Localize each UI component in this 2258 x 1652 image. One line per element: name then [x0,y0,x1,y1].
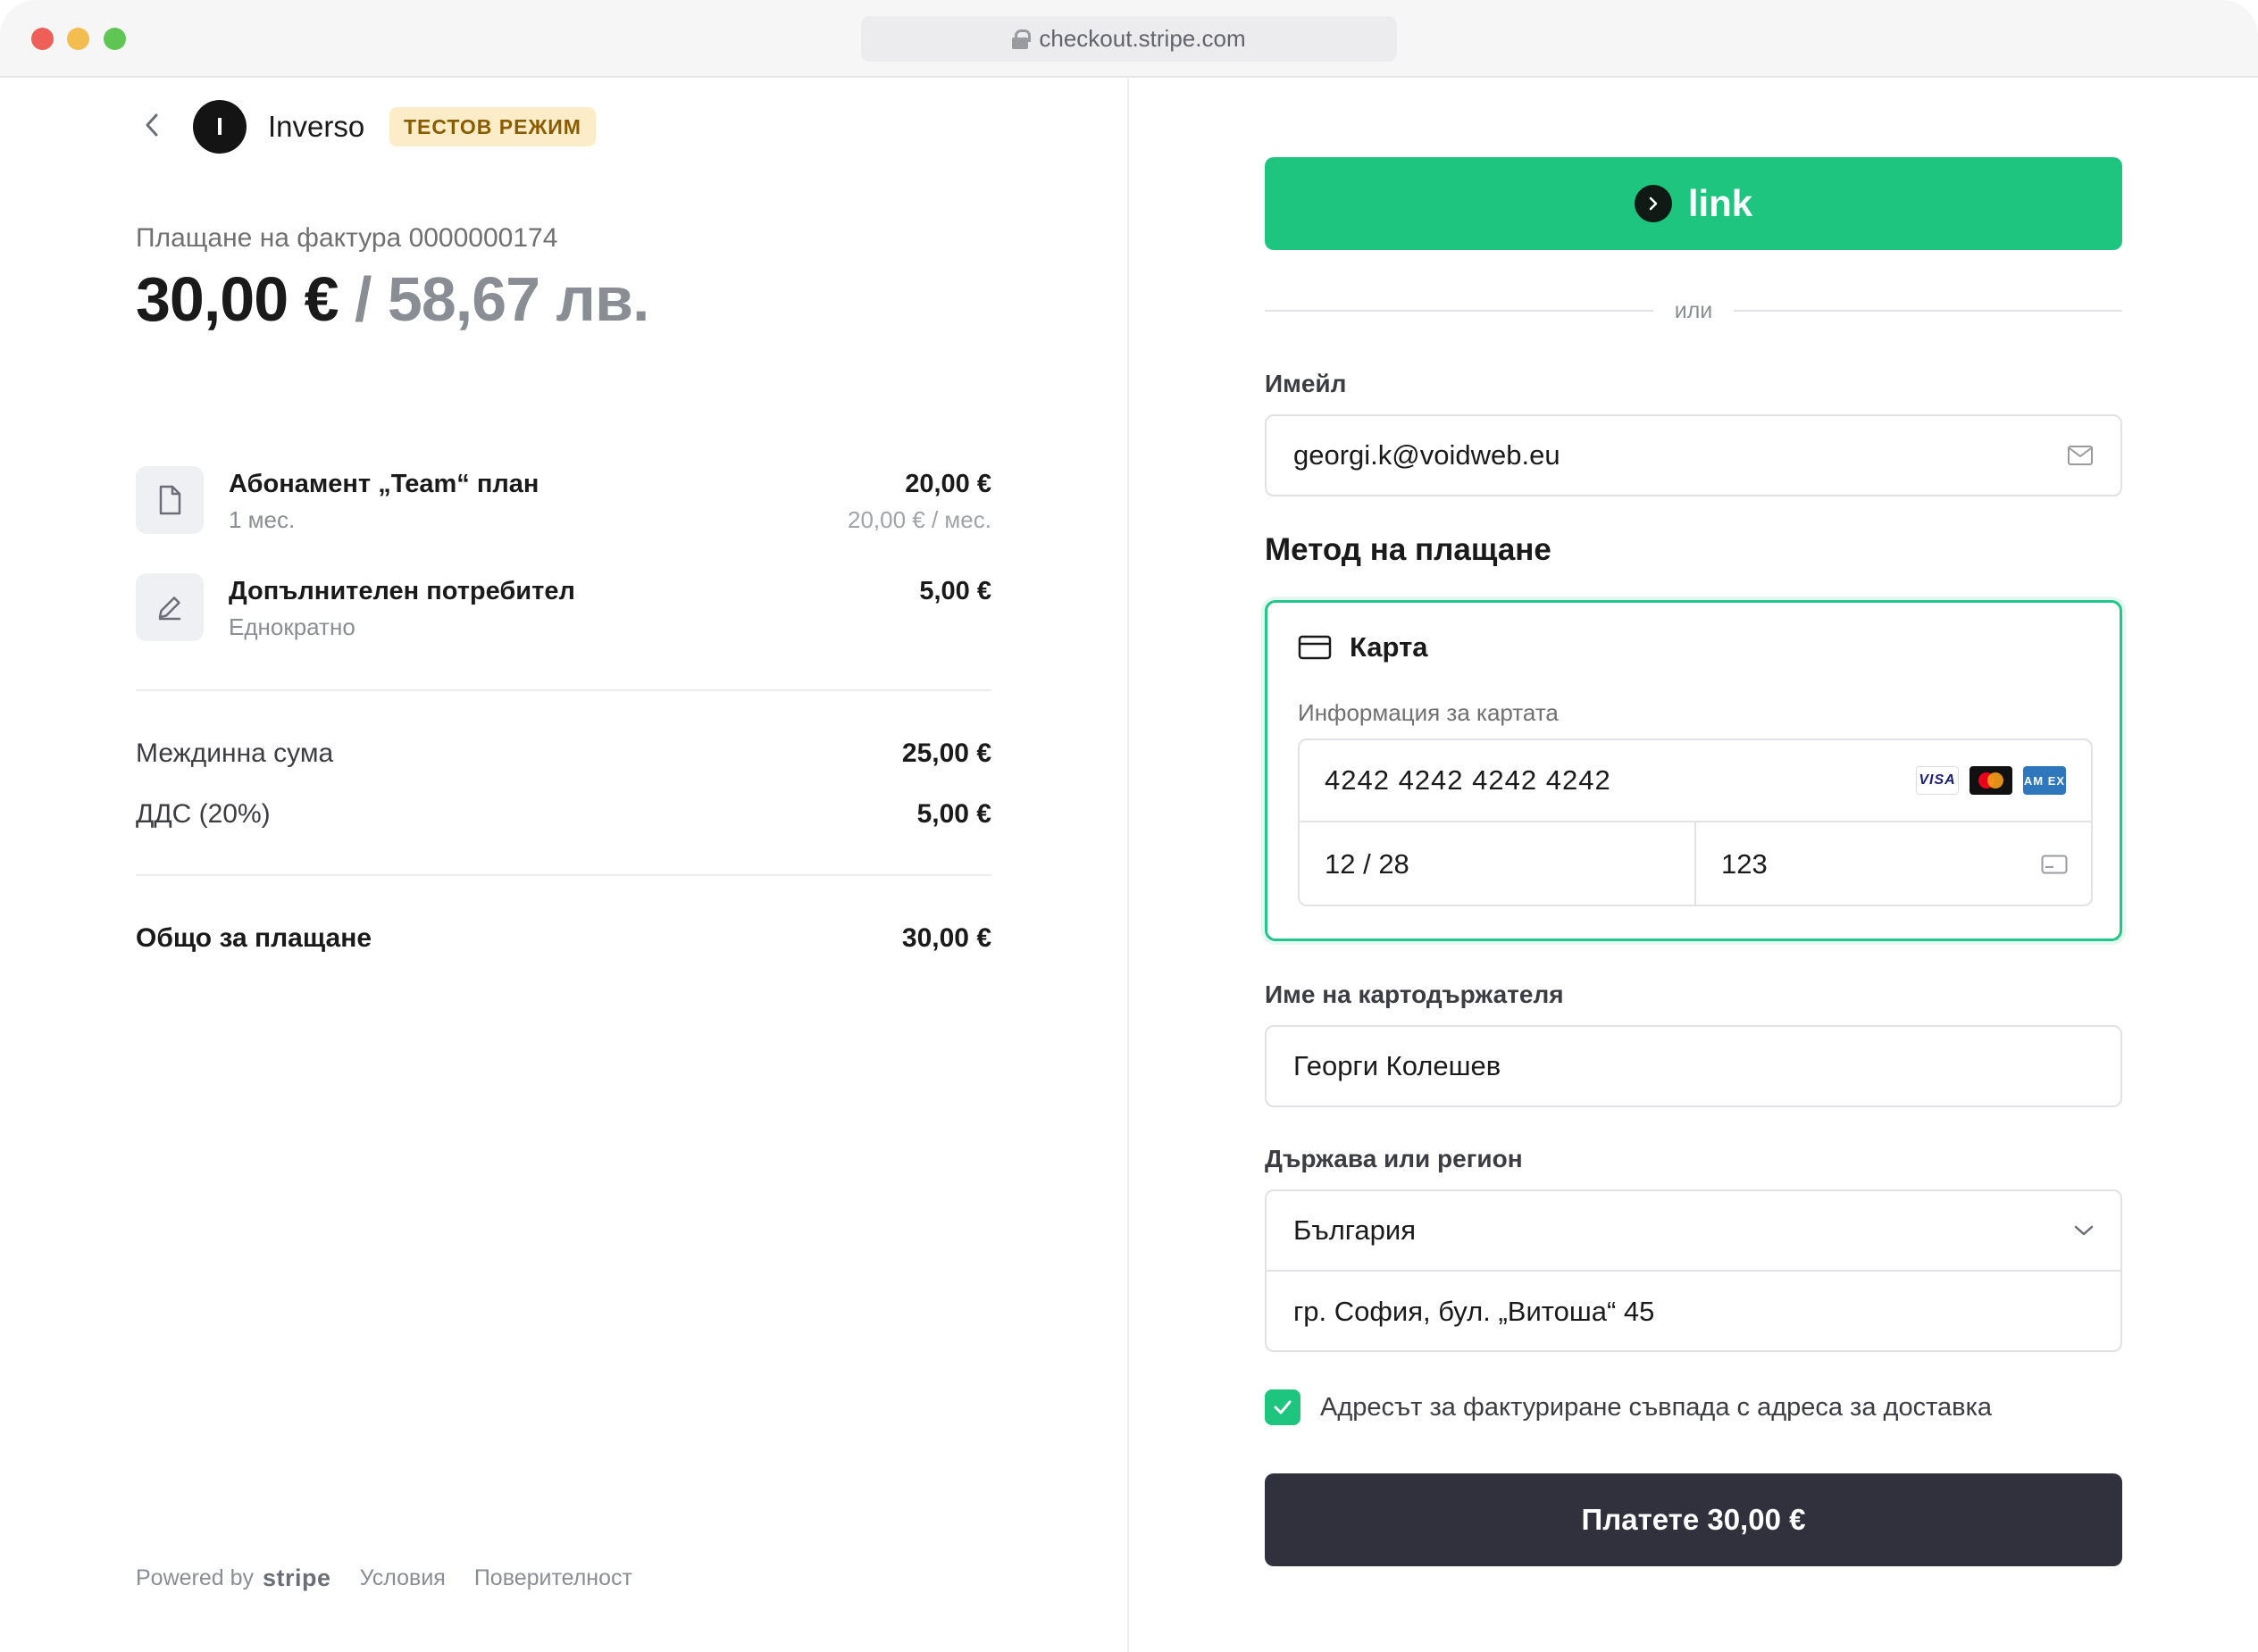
summary-divider [136,689,991,691]
expiry-value: 12 / 28 [1325,848,1409,880]
amount-secondary: 58,67 лв. [387,264,650,334]
billing-same-label: Адресът за фактуриране съвпада с адреса … [1320,1392,1993,1422]
back-button[interactable] [136,109,168,141]
privacy-link[interactable]: Поверителност [474,1565,632,1591]
card-brands: VISA AM EX [1916,766,2066,795]
amount-separator: / [338,264,388,334]
subtotal-value: 25,00 € [901,738,991,768]
subtotal-row: Междинна сума 25,00 € [136,734,991,773]
invoice-amount: 30,00 € / 58,67 лв. [136,259,649,339]
or-divider: или [1265,295,2122,327]
link-arrow-icon [1634,185,1672,222]
cardholder-name-field[interactable]: Георги Колешев [1265,1025,2122,1107]
powered-by-stripe[interactable]: Powered by stripe [136,1564,331,1592]
address-input[interactable]: гр. София, бул. „Витоша“ 45 [1267,1272,2120,1352]
total-row: Общо за плащане 30,00 € [136,919,991,958]
card-number-value: 4242 4242 4242 4242 [1325,764,1611,796]
or-line-right [1734,310,2122,312]
vat-label: ДДС (20%) [136,799,271,829]
merchant-name: Inverso [268,110,365,143]
card-tab[interactable]: Карта [1298,631,1428,663]
window-close-button[interactable] [31,28,54,50]
pane-divider [1127,79,1129,1652]
test-mode-badge: ТЕСТОВ РЕЖИМ [389,107,596,146]
or-label: или [1674,297,1713,323]
line-item-title: Допълнителен потребител [229,577,575,605]
address-group: България гр. София, бул. „Витоша“ 45 [1265,1189,2122,1352]
total-divider [136,874,991,876]
mastercard-logo-icon [1969,766,2012,795]
address-bar-url: checkout.stripe.com [1039,25,1246,52]
powered-by-label: Powered by [136,1565,255,1590]
billing-same-checkbox[interactable] [1265,1389,1300,1425]
stripe-logo: stripe [263,1564,331,1591]
line-item-icon-box [136,466,204,534]
vat-value: 5,00 € [916,799,991,829]
footer: Powered by stripe Условия Поверителност [136,1564,632,1592]
card-payment-option[interactable]: Карта Информация за картата 4242 4242 42… [1265,600,2122,941]
document-icon [159,485,181,515]
line-item: Допълнителен потребител Еднократно 5,00 … [136,573,991,648]
window-maximize-button[interactable] [104,28,126,50]
checkmark-icon [1274,1400,1292,1414]
link-pay-button[interactable]: link [1265,157,2122,250]
address-value: гр. София, бул. „Витоша“ 45 [1293,1296,1655,1327]
envelope-icon [2068,446,2093,465]
lock-icon [1012,29,1032,49]
pay-button[interactable]: Платете 30,00 € [1265,1473,2122,1566]
terms-link[interactable]: Условия [360,1565,446,1591]
cvc-input[interactable]: 123 [1696,822,2093,906]
chevron-down-icon [2074,1225,2094,1236]
total-value: 30,00 € [901,923,991,953]
chevron-left-icon [146,113,158,137]
or-line-left [1265,310,1653,312]
pencil-icon [158,597,181,621]
card-number-input[interactable]: 4242 4242 4242 4242 VISA AM EX [1300,740,2091,822]
vat-row: ДДС (20%) 5,00 € [136,795,991,834]
line-item-price: 20,00 € [905,470,991,498]
invoice-label: Плащане на фактура 0000000174 [136,223,558,253]
amex-logo-icon: AM EX [2023,766,2066,795]
cvc-value: 123 [1721,848,1768,880]
browser-chrome: checkout.stripe.com [0,0,2258,78]
country-value: България [1293,1214,1417,1246]
line-item-icon-box [136,573,204,641]
visa-logo-icon: VISA [1916,766,1959,795]
email-field[interactable]: georgi.k@voidweb.eu [1265,414,2122,496]
cardholder-label: Име на картодържателя [1265,980,1564,1008]
link-button-label: link [1687,182,1753,224]
window-minimize-button[interactable] [67,28,89,50]
email-value: georgi.k@voidweb.eu [1293,439,1560,471]
card-info-label: Информация за картата [1298,699,1559,726]
subtotal-label: Междинна сума [136,738,334,768]
country-select[interactable]: България [1267,1191,2120,1272]
payment-method-title: Метод на плащане [1265,532,1551,567]
merchant-avatar: I [193,100,247,154]
line-item-unit-price: 20,00 € / мес. [848,506,991,533]
billing-same-row: Адресът за фактуриране съвпада с адреса … [1265,1389,1992,1425]
line-item-title: Абонамент „Team“ план [229,470,539,498]
pay-button-label: Платете 30,00 € [1581,1503,1806,1536]
address-bar[interactable]: checkout.stripe.com [861,16,1397,62]
cardholder-value: Георги Колешев [1293,1050,1501,1081]
card-tab-label: Карта [1350,631,1428,663]
credit-card-icon [1298,635,1332,660]
line-item-subtitle: 1 мес. [229,506,296,533]
cvc-card-icon [2041,855,2068,874]
email-label: Имейл [1265,370,1347,397]
line-item-price: 5,00 € [919,577,991,605]
amount-primary: 30,00 € [136,264,339,334]
expiry-input[interactable]: 12 / 28 [1300,822,1696,906]
line-item-subtitle: Еднократно [229,613,355,640]
card-fields-group: 4242 4242 4242 4242 VISA AM EX 12 / 28 1… [1298,738,2093,906]
total-label: Общо за плащане [136,923,372,953]
line-item: Абонамент „Team“ план 1 мес. 20,00 € 20,… [136,466,991,541]
country-label: Държава или регион [1265,1145,1523,1172]
